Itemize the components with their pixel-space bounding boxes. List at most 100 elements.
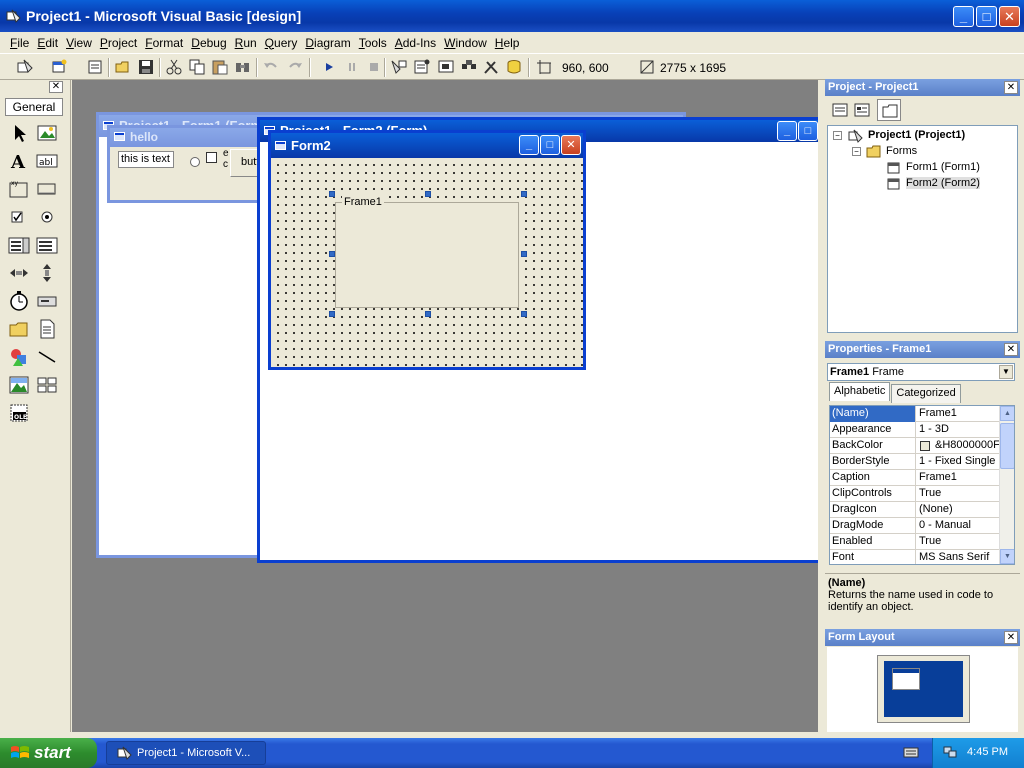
listbox-icon[interactable]	[36, 234, 58, 256]
menu-window[interactable]: Window	[440, 36, 491, 50]
label-icon[interactable]: A	[8, 150, 30, 172]
tab-categorized[interactable]: Categorized	[891, 384, 961, 403]
data-icon[interactable]	[36, 374, 58, 396]
project-explorer-icon[interactable]	[390, 58, 408, 76]
tree-item-form2[interactable]: Form2 (Form2)	[906, 177, 980, 189]
taskbar-item-vb[interactable]: Project1 - Microsoft V...	[106, 741, 266, 765]
form2-caption[interactable]: Form2 _ □ ✕	[271, 133, 583, 158]
keyboard-icon[interactable]	[903, 745, 919, 759]
paste-icon[interactable]	[211, 58, 229, 76]
collapse-toggle[interactable]: −	[833, 131, 842, 140]
checkbox-icon[interactable]	[8, 206, 30, 228]
property-row[interactable]: Appearance 1 - 3D	[830, 422, 1000, 438]
menu-edit[interactable]: Edit	[33, 36, 62, 50]
ole-icon[interactable]: OLE	[8, 402, 30, 424]
properties-window-icon[interactable]	[413, 58, 431, 76]
form-layout-close-button[interactable]: ✕	[1004, 631, 1018, 644]
dropdown-arrow-icon[interactable]: ▼	[999, 365, 1013, 379]
resize-handle[interactable]	[329, 311, 335, 317]
menu-format[interactable]: Format	[141, 36, 187, 50]
menu-debug[interactable]: Debug	[187, 36, 230, 50]
undo-icon[interactable]	[262, 58, 280, 76]
property-row[interactable]: ClipControls True	[830, 486, 1000, 502]
commandbutton-icon[interactable]	[36, 178, 58, 200]
network-icon[interactable]	[943, 745, 957, 759]
open-icon[interactable]	[114, 58, 132, 76]
menu-file[interactable]: File	[6, 36, 33, 50]
picturebox-icon[interactable]	[36, 122, 58, 144]
resize-handle[interactable]	[329, 251, 335, 257]
property-scrollbar[interactable]: ▲ ▼	[999, 406, 1014, 564]
hello-option-button[interactable]	[190, 157, 200, 167]
clock[interactable]: 4:45 PM	[967, 746, 1008, 758]
drivelistbox-icon[interactable]	[36, 290, 58, 312]
hscrollbar-icon[interactable]	[8, 262, 30, 284]
break-icon[interactable]	[343, 58, 361, 76]
frame1-control[interactable]: Frame1	[335, 196, 519, 308]
close-button[interactable]: ✕	[999, 6, 1020, 27]
tab-alphabetic[interactable]: Alphabetic	[829, 382, 891, 401]
property-value[interactable]: 1 - Fixed Single	[917, 454, 999, 470]
dirlistbox-icon[interactable]	[8, 318, 30, 340]
data-view-icon[interactable]	[505, 58, 523, 76]
minimize-button[interactable]: _	[953, 6, 974, 27]
form2-designer-minimize-button[interactable]: _	[777, 121, 797, 141]
collapse-toggle[interactable]: −	[852, 147, 861, 156]
line-icon[interactable]	[36, 346, 58, 368]
property-row[interactable]: DragIcon (None)	[830, 502, 1000, 518]
form2[interactable]: Form2 _ □ ✕ Frame1	[268, 130, 586, 370]
shape-icon[interactable]	[8, 346, 30, 368]
timer-icon[interactable]	[8, 290, 30, 312]
resize-handle[interactable]	[521, 311, 527, 317]
property-row[interactable]: Caption Frame1	[830, 470, 1000, 486]
property-value[interactable]: MS Sans Serif	[917, 550, 999, 564]
resize-handle[interactable]	[521, 251, 527, 257]
start-button[interactable]: start	[0, 738, 97, 768]
property-value[interactable]: True	[917, 534, 999, 550]
start-run-icon[interactable]	[320, 58, 338, 76]
project-explorer-close-button[interactable]: ✕	[1004, 81, 1018, 94]
filelistbox-icon[interactable]	[36, 318, 58, 340]
resize-handle[interactable]	[425, 311, 431, 317]
scroll-thumb[interactable]	[1000, 423, 1014, 469]
add-form-icon[interactable]	[50, 58, 68, 76]
view-code-icon[interactable]	[831, 101, 849, 119]
property-value[interactable]: (None)	[917, 502, 999, 518]
object-selector[interactable]: Frame1 Frame ▼	[827, 363, 1015, 381]
property-value[interactable]: 0 - Manual	[917, 518, 999, 534]
menu-view[interactable]: View	[62, 36, 96, 50]
form2-designer-maximize-button[interactable]: □	[798, 121, 818, 141]
save-icon[interactable]	[137, 58, 155, 76]
hello-checkbox[interactable]	[206, 152, 217, 163]
menu-editor-icon[interactable]	[86, 58, 104, 76]
property-value[interactable]: Frame1	[917, 406, 999, 422]
property-value[interactable]: Frame1	[917, 470, 999, 486]
maximize-button[interactable]: □	[976, 6, 997, 27]
pointer-icon[interactable]	[8, 122, 30, 144]
tree-item-project[interactable]: Project1 (Project1)	[868, 129, 965, 141]
menu-tools[interactable]: Tools	[355, 36, 391, 50]
menu-diagram[interactable]: Diagram	[301, 36, 354, 50]
tree-item-forms[interactable]: Forms	[886, 145, 917, 157]
add-project-icon[interactable]	[16, 58, 34, 76]
object-browser-icon[interactable]	[460, 58, 478, 76]
view-object-icon[interactable]	[853, 101, 871, 119]
image-icon[interactable]	[8, 374, 30, 396]
hello-textbox[interactable]: this is text	[118, 151, 174, 168]
vscrollbar-icon[interactable]	[36, 262, 58, 284]
menu-query[interactable]: Query	[261, 36, 302, 50]
resize-handle[interactable]	[425, 191, 431, 197]
property-row[interactable]: Font MS Sans Serif	[830, 550, 1000, 564]
form2-design-surface[interactable]: Frame1	[271, 158, 583, 367]
menu-project[interactable]: Project	[96, 36, 141, 50]
redo-icon[interactable]	[286, 58, 304, 76]
property-row[interactable]: Enabled True	[830, 534, 1000, 550]
resize-handle[interactable]	[329, 191, 335, 197]
menu-run[interactable]: Run	[231, 36, 261, 50]
optionbutton-icon[interactable]	[36, 206, 58, 228]
combobox-icon[interactable]	[8, 234, 30, 256]
menu-add-ins[interactable]: Add-Ins	[391, 36, 440, 50]
property-row[interactable]: BackColor &H8000000F	[830, 438, 1000, 454]
toolbox-close-button[interactable]: ✕	[49, 81, 63, 93]
property-row[interactable]: (Name) Frame1	[830, 406, 1000, 422]
